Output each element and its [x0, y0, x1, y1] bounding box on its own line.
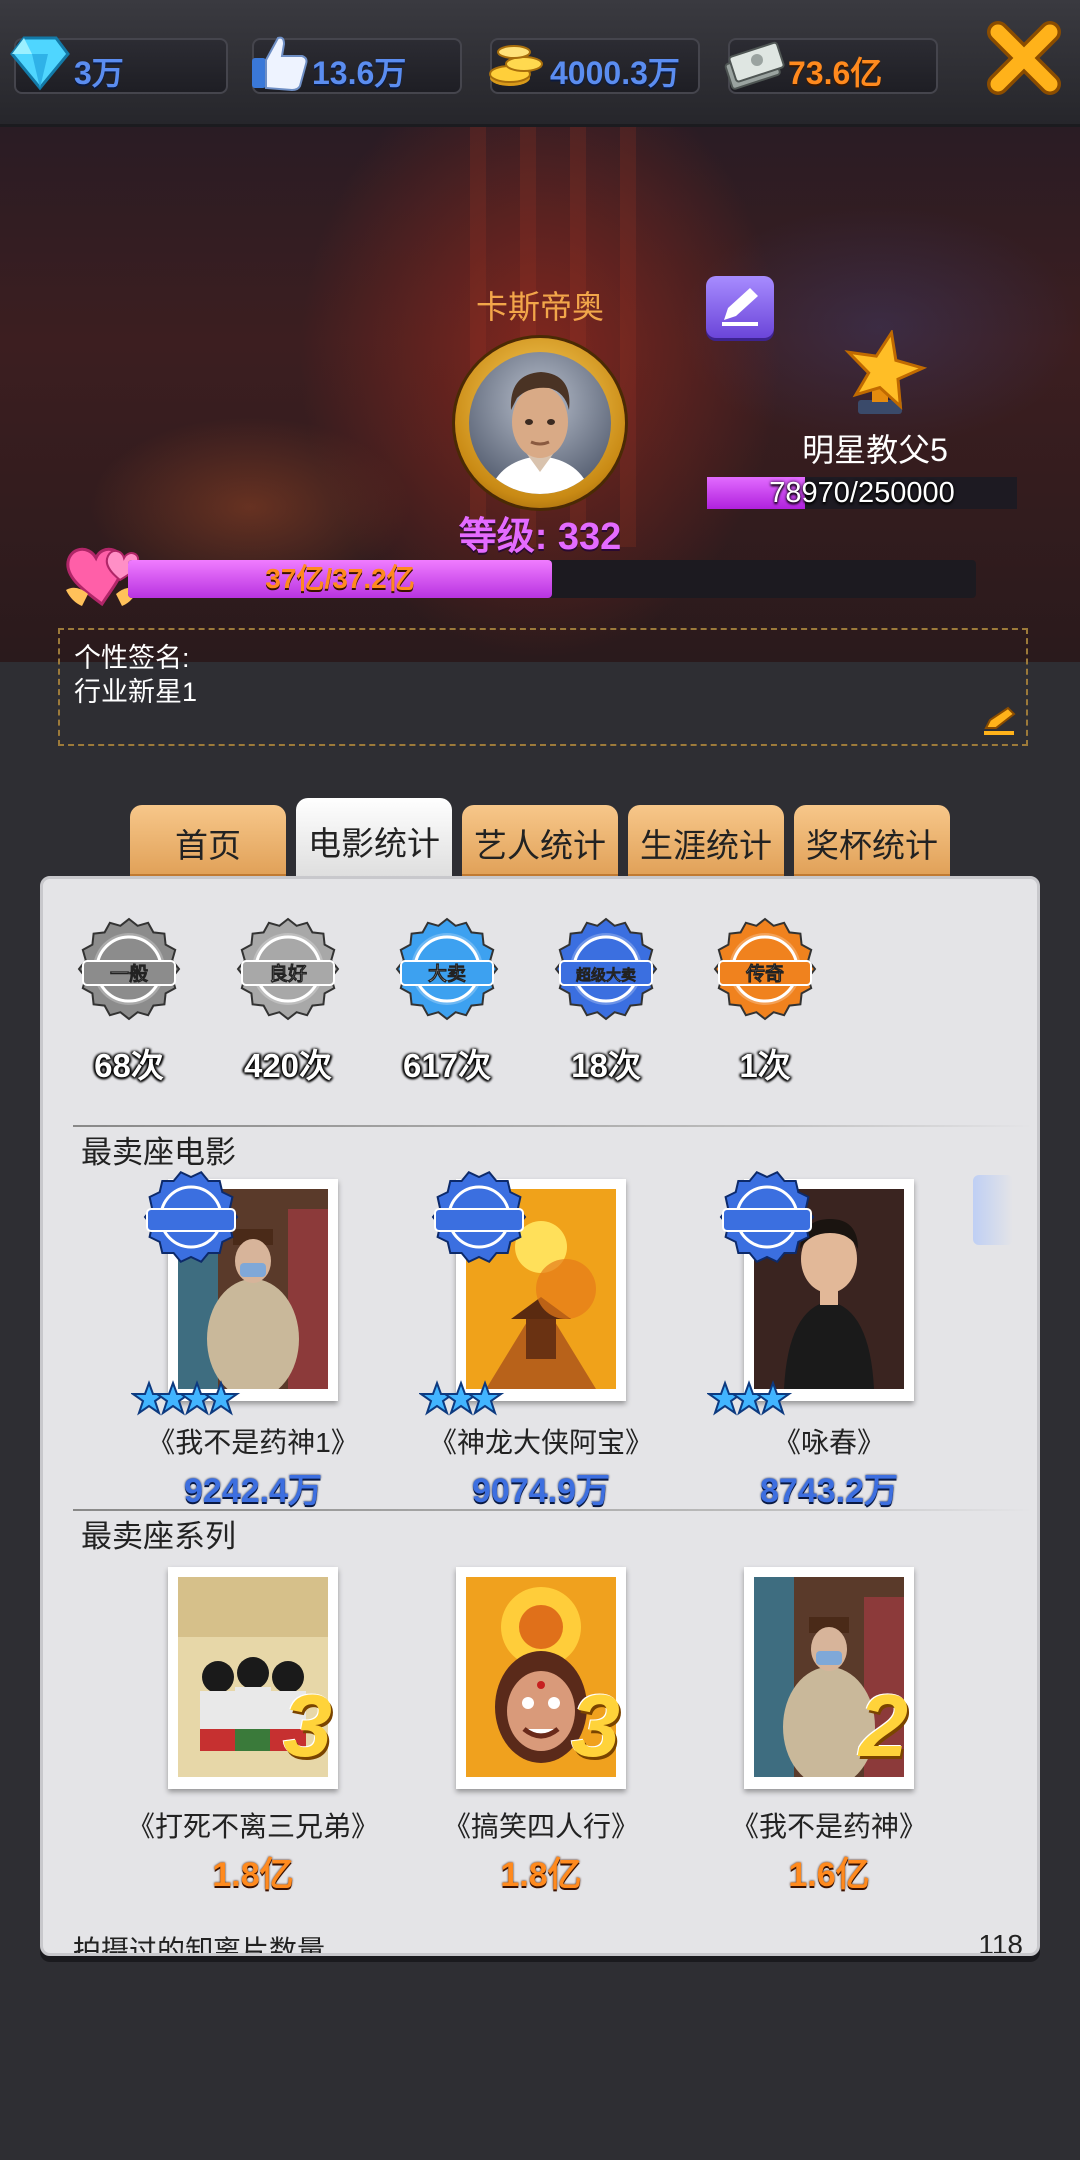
movie-title: 《咏春》 [772, 1427, 885, 1458]
star-title-name: 明星教父5 [802, 432, 948, 468]
diamond-icon [10, 36, 70, 91]
tab-movie-stats[interactable]: 电影统计 [296, 798, 452, 882]
rating-badge-count: 420次 [243, 1047, 333, 1084]
likes-counter[interactable]: 13.6万 [252, 36, 462, 94]
thumbs-up-icon [252, 36, 308, 92]
tab-home[interactable]: 首页 [130, 805, 286, 877]
close-icon[interactable] [980, 14, 1068, 102]
wealth-progress-text: 37亿/37.2亿 [265, 563, 415, 594]
sequel-number: 3 [283, 1676, 332, 1775]
star-rating-icon [707, 1380, 793, 1416]
rating-badge-label: 良好 [269, 962, 307, 985]
wealth-progress-bar: 37亿/37.2亿 [128, 560, 976, 598]
likes-value: 13.6万 [312, 55, 407, 91]
movie-box-office: 9242.4万 [184, 1472, 322, 1510]
series-title: 《我不是药神》 [730, 1811, 927, 1842]
super-hit-badge-icon [143, 1170, 239, 1264]
avatar-portrait-icon [489, 372, 591, 494]
signature-box[interactable]: 个性签名: 行业新星1 [58, 628, 1028, 746]
movie-box-office: 9074.9万 [472, 1472, 610, 1510]
series-title: 《打死不离三兄弟》 [126, 1811, 379, 1842]
series-title: 《搞笑四人行》 [442, 1811, 639, 1842]
movie-box-office: 8743.2万 [760, 1472, 898, 1510]
rating-badge-label: 一般 [110, 962, 148, 985]
star-rating-icon [419, 1380, 505, 1416]
best-movies-title: 最卖座电影 [81, 1135, 236, 1170]
super-hit-badge-icon [719, 1170, 815, 1264]
rating-badge-label: 大卖 [428, 962, 466, 985]
cash-value: 73.6亿 [788, 55, 883, 91]
edit-profile-button[interactable] [706, 276, 774, 338]
super-hit-badge-icon [431, 1170, 527, 1264]
best-series-title: 最卖座系列 [81, 1519, 236, 1554]
movie-title: 《我不是药神1》 [147, 1427, 359, 1458]
diamond-counter[interactable]: 3万 [10, 36, 228, 94]
coins-value: 4000.3万 [550, 55, 680, 91]
tab-artist-stats[interactable]: 艺人统计 [462, 805, 618, 877]
rating-badge-count: 68次 [94, 1047, 164, 1084]
footer-label: 拍摄过的卸离片数量 [73, 1935, 326, 1956]
rating-badge-icon: 大卖 [395, 917, 499, 1021]
rating-badge-icon: 良好 [236, 917, 340, 1021]
coins-counter[interactable]: 4000.3万 [489, 38, 700, 94]
rating-badge-icon: 传奇 [713, 917, 817, 1021]
footer-value: 118 [978, 1929, 1023, 1956]
rating-badge-count: 1次 [739, 1047, 791, 1084]
rating-badge-icon: 超级大卖 [554, 917, 658, 1021]
avatar[interactable] [455, 338, 625, 508]
star-rating-icon [131, 1380, 241, 1416]
diamond-value: 3万 [74, 55, 124, 91]
player-level: 等级: 332 [458, 516, 622, 558]
star-title-progress-bar: 78970/250000 [707, 477, 1017, 509]
star-trophy-icon[interactable] [832, 330, 928, 420]
series-box-office: 1.8亿 [212, 1856, 294, 1894]
rating-badge-label: 超级大卖 [575, 966, 636, 984]
series-box-office: 1.6亿 [788, 1856, 870, 1894]
rating-badge-label: 传奇 [745, 962, 784, 985]
gold-coins-icon [489, 45, 543, 86]
cash-counter[interactable]: 73.6亿 [724, 38, 938, 94]
sequel-number: 2 [859, 1676, 908, 1775]
rating-badge-icon: 一般 [77, 917, 181, 1021]
player-name: 卡斯帝奥 [475, 289, 604, 325]
resource-bar: 3万 13.6万 4000.3万 73.6亿 [0, 0, 1080, 127]
tab-career-stats[interactable]: 生涯统计 [628, 805, 784, 877]
edit-signature-icon[interactable] [982, 706, 1016, 736]
star-title-progress-text: 78970/250000 [769, 477, 955, 509]
signature-text: 行业新星1 [74, 677, 198, 707]
movie-stats-panel: 一般 68次 良好 420次 大卖 617次 超级大卖 18次 传奇 1次 最卖座电影 《我不是药… [40, 876, 1040, 1956]
series-box-office: 1.8亿 [500, 1856, 582, 1894]
rating-badge-count: 617次 [402, 1047, 492, 1084]
rating-badge-count: 18次 [571, 1047, 641, 1084]
cash-stack-icon [724, 41, 785, 90]
pencil-icon [722, 288, 758, 326]
movie-title: 《神龙大侠阿宝》 [428, 1427, 653, 1458]
list-item-overflow [973, 1175, 1013, 1245]
sequel-number: 3 [571, 1676, 620, 1775]
tab-trophy-stats[interactable]: 奖杯统计 [794, 805, 950, 877]
